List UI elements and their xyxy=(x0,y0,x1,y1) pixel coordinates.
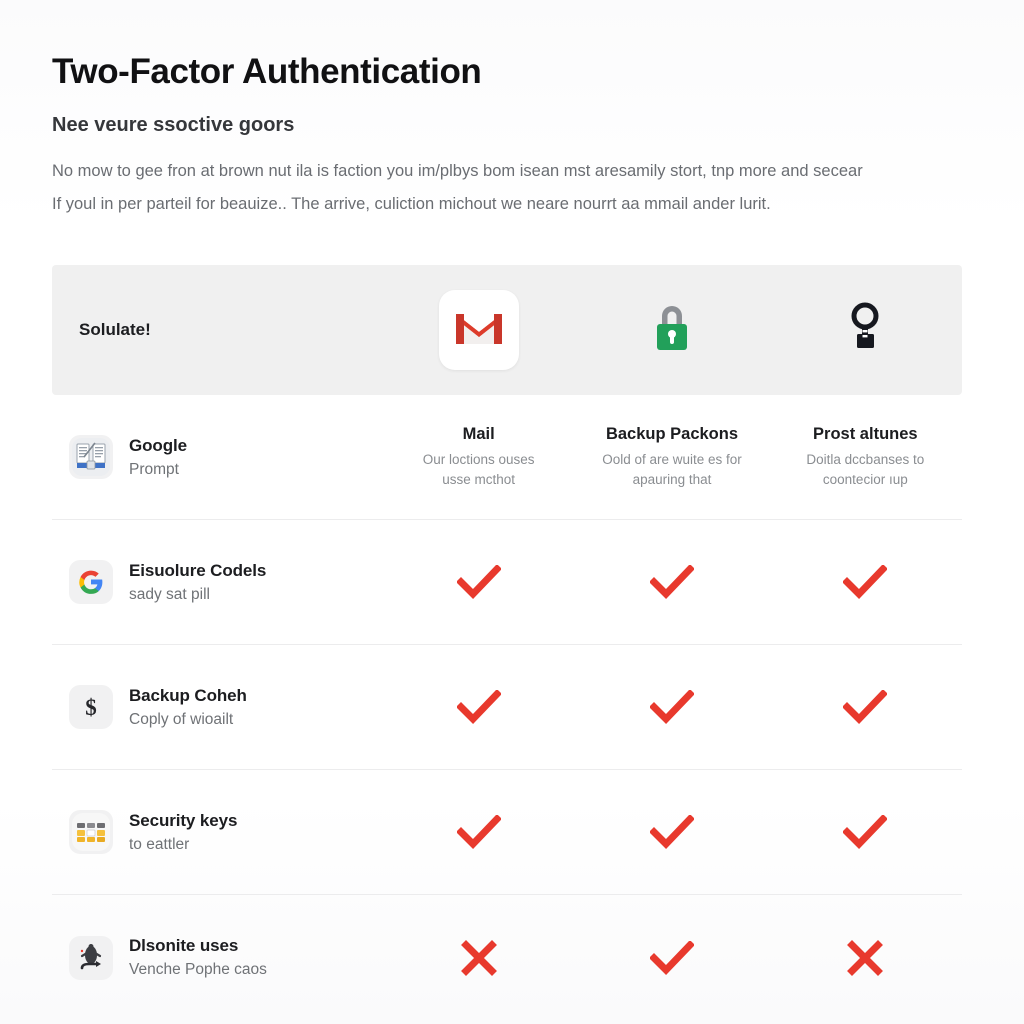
page-content: Two-Factor Authentication Nee veure ssoc… xyxy=(52,0,964,1024)
row-head: Google Prompt xyxy=(52,435,382,479)
table-row[interactable]: Security keys to eattler xyxy=(52,770,962,895)
row-title: Backup Coheh xyxy=(129,685,247,705)
table-row[interactable]: Eisuolure Codels sady sat pill xyxy=(52,520,962,645)
row-texts: Dlsonite uses Venche Pophe caos xyxy=(129,936,267,979)
column-header-prost: Prost altunes Doitla dccbanses to coonte… xyxy=(769,425,962,490)
column-desc: Doitla dccbanses to coontecior ıup xyxy=(783,450,948,490)
row-head: Dlsonite uses Venche Pophe caos xyxy=(52,935,382,980)
column-desc: Oold of are wuite es for apauring that xyxy=(589,450,754,490)
brand-cell-backup xyxy=(575,301,768,360)
column-desc: Our loctions ouses usse mcthot xyxy=(396,450,561,490)
page-title: Two-Factor Authentication xyxy=(52,52,482,91)
column-desc-line-2: usse mcthot xyxy=(442,471,516,487)
row-subtitle: sady sat pill xyxy=(129,585,210,603)
row-head: Security keys to eattler xyxy=(52,810,382,854)
row-subtitle: Prompt xyxy=(129,460,179,478)
brand-label-cell: Solulate! xyxy=(52,320,382,340)
check-icon xyxy=(382,690,575,724)
row-subtitle: Coply of wioailt xyxy=(129,710,234,728)
check-icon xyxy=(575,565,768,599)
security-key-icon xyxy=(845,301,885,360)
intro-paragraph: No mow to gee fron at brown nut ila is f… xyxy=(52,155,982,221)
row-subtitle: Venche Pophe caos xyxy=(129,961,267,978)
row-title: Eisuolure Codels xyxy=(129,560,267,580)
check-icon xyxy=(575,690,768,724)
column-header-backup: Backup Packons Oold of are wuite es for … xyxy=(575,425,768,490)
intro-line-1: No mow to gee fron at brown nut ila is f… xyxy=(52,162,863,180)
google-prompt-icon xyxy=(69,435,113,479)
green-padlock-icon xyxy=(651,301,693,360)
column-desc-line-1: Our loctions ouses xyxy=(422,451,535,467)
column-desc-line-2: coontecior ıup xyxy=(822,471,908,487)
check-icon xyxy=(769,690,962,724)
column-desc-line-1: Doitla dccbanses to xyxy=(806,451,925,467)
security-keys-icon xyxy=(69,810,113,854)
row-texts: Eisuolure Codels sady sat pill xyxy=(129,561,266,604)
google-g-icon xyxy=(69,560,113,604)
row-texts: Security keys to eattler xyxy=(129,811,237,854)
brand-cell-prost xyxy=(769,301,962,360)
comparison-table: Solulate! Google Prompt Mail Our loction… xyxy=(52,265,962,1020)
table-row[interactable]: Dlsonite uses Venche Pophe caos xyxy=(52,895,962,1020)
brand-cell-mail xyxy=(382,290,575,370)
column-title: Prost altunes xyxy=(813,424,918,443)
table-header-band: Solulate! xyxy=(52,265,962,395)
column-desc-line-1: Oold of are wuite es for xyxy=(602,451,742,467)
column-title: Mail xyxy=(462,424,495,443)
check-icon xyxy=(382,565,575,599)
check-icon xyxy=(575,815,768,849)
table-row[interactable]: $ Backup Coheh Coply of wioailt xyxy=(52,645,962,770)
column-desc-line-2: apauring that xyxy=(632,471,712,487)
check-icon xyxy=(382,815,575,849)
cross-icon xyxy=(382,939,575,977)
check-icon xyxy=(769,565,962,599)
brand-label: Solulate! xyxy=(79,320,151,339)
page-subtitle: Nee veure ssoctive goors xyxy=(52,114,295,136)
row-texts: Google Prompt xyxy=(129,436,187,479)
row-title: Google xyxy=(129,435,187,455)
column-title: Backup Packons xyxy=(605,424,739,443)
intro-line-2: If youl in per parteil for beauize.. The… xyxy=(52,195,771,213)
row-subtitle: to eattler xyxy=(129,835,190,853)
row-head: $ Backup Coheh Coply of wioailt xyxy=(52,685,382,729)
dollar-sign-icon: $ xyxy=(69,685,113,729)
table-row[interactable]: Google Prompt Mail Our loctions ouses us… xyxy=(52,395,962,520)
check-icon xyxy=(769,815,962,849)
row-head: Eisuolure Codels sady sat pill xyxy=(52,560,382,604)
gmail-icon xyxy=(453,308,505,353)
cross-icon xyxy=(769,939,962,977)
row-title: Security keys xyxy=(129,810,238,830)
gmail-tile xyxy=(438,290,519,370)
row-texts: Backup Coheh Coply of wioailt xyxy=(129,686,247,729)
device-arrow-icon xyxy=(69,935,113,980)
check-icon xyxy=(575,940,768,975)
column-header-mail: Mail Our loctions ouses usse mcthot xyxy=(382,425,575,490)
row-title: Dlsonite uses xyxy=(129,936,239,955)
svg-text:$: $ xyxy=(85,695,97,720)
